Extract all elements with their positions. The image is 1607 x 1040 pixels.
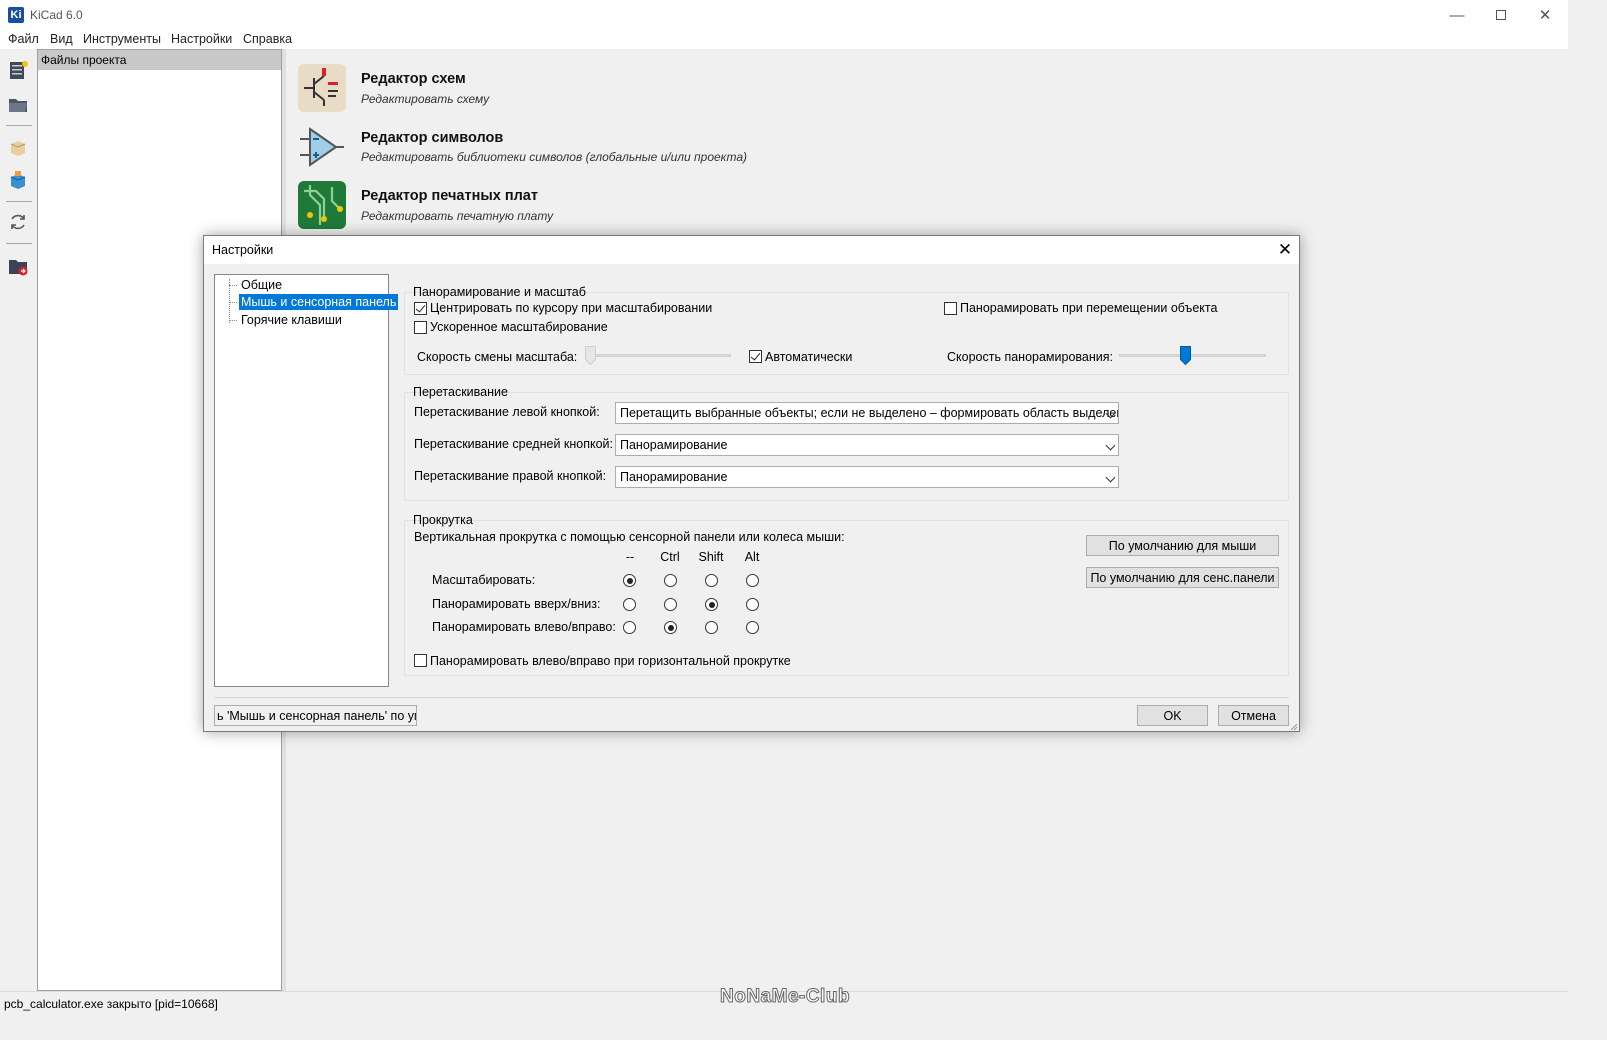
scroll-radio-2-1[interactable] [664, 621, 677, 634]
unarchive-icon[interactable] [5, 167, 31, 193]
pcb-editor-icon[interactable] [298, 181, 346, 229]
scroll-radio-1-3[interactable] [746, 598, 759, 611]
drag-group-label: Перетаскивание [413, 385, 508, 399]
scroll-group-label: Прокрутка [413, 513, 473, 527]
center-cursor-label[interactable]: Центрировать по курсору при масштабирова… [430, 301, 712, 315]
horizontal-pan-checkbox[interactable] [414, 654, 427, 667]
middle-drag-value: Панорамирование [620, 438, 728, 452]
scroll-description: Вертикальная прокрутка с помощью сенсорн… [414, 530, 845, 544]
project-files-header: Файлы проекта [38, 50, 281, 70]
minimize-button[interactable]: — [1434, 0, 1480, 30]
right-drag-label: Перетаскивание правой кнопкой: [414, 469, 607, 483]
ok-button[interactable]: OK [1137, 705, 1208, 726]
refresh-icon[interactable] [5, 209, 31, 235]
right-drag-select[interactable]: Панорамирование [615, 466, 1119, 488]
center-cursor-checkbox[interactable] [414, 302, 427, 315]
symbol-editor-desc: Редактировать библиотеки символов (глоба… [361, 150, 748, 164]
pan-while-moving-label[interactable]: Панорамировать при перемещении объекта [960, 301, 1217, 315]
zoom-speed-label: Скорость смены масштаба: [417, 350, 578, 364]
symbol-editor-title[interactable]: Редактор символов [361, 130, 503, 146]
scroll-radio-0-3[interactable] [746, 574, 759, 587]
chevron-down-icon [1105, 440, 1116, 451]
schematic-editor-desc: Редактировать схему [361, 92, 490, 106]
scroll-radio-1-1[interactable] [664, 598, 677, 611]
pcb-editor-desc: Редактировать печатную плату [361, 209, 554, 223]
tree-item-general[interactable]: Общие [239, 277, 284, 293]
tree-item-mouse-touchpad[interactable]: Мышь и сенсорная панель [239, 294, 399, 310]
pan-leftright-label: Панорамировать влево/вправо: [432, 620, 616, 634]
auto-zoom-speed-label[interactable]: Автоматически [765, 350, 852, 364]
pcb-editor-title[interactable]: Редактор печатных плат [361, 188, 538, 204]
pan-speed-track[interactable] [1119, 354, 1266, 357]
column-shift: Shift [698, 550, 724, 564]
schematic-editor-icon[interactable] [298, 64, 346, 112]
pan-updown-label: Панорамировать вверх/вниз: [432, 597, 601, 611]
open-project-icon[interactable] [5, 91, 31, 117]
dialog-title-bar [204, 236, 1299, 264]
new-project-icon[interactable] [5, 57, 31, 83]
maximize-button[interactable] [1478, 0, 1524, 30]
tree-item-hotkeys[interactable]: Горячие клавиши [239, 312, 344, 328]
kicad-logo-icon: Ki [8, 7, 24, 23]
zoom-speed-slider[interactable] [585, 346, 596, 366]
scroll-radio-2-0[interactable] [623, 621, 636, 634]
symbol-editor-icon[interactable] [298, 123, 346, 171]
menu-preferences[interactable]: Настройки [171, 32, 232, 46]
auto-zoom-speed-checkbox[interactable] [749, 350, 762, 363]
pan-speed-label: Скорость панорамирования: [947, 350, 1113, 364]
scroll-radio-0-2[interactable] [705, 574, 718, 587]
pan-while-moving-checkbox[interactable] [944, 302, 957, 315]
menu-view[interactable]: Вид [50, 32, 73, 46]
menu-bar [0, 30, 1568, 49]
schematic-editor-title[interactable]: Редактор схем [361, 71, 466, 87]
preferences-tree[interactable]: Общие Мышь и сенсорная панель Горячие кл… [214, 274, 399, 687]
scroll-radio-1-0[interactable] [623, 598, 636, 611]
middle-drag-select[interactable]: Панорамирование [615, 434, 1119, 456]
explore-folder-icon[interactable] [5, 253, 31, 279]
menu-file[interactable]: Файл [8, 32, 39, 46]
window-title: KiCad 6.0 [30, 8, 83, 22]
scroll-radio-0-0[interactable] [623, 574, 636, 587]
scroll-radio-0-1[interactable] [664, 574, 677, 587]
dialog-title: Настройки [212, 243, 274, 257]
scroll-radio-2-3[interactable] [746, 621, 759, 634]
cancel-button[interactable]: Отмена [1218, 705, 1289, 726]
horizontal-pan-label[interactable]: Панорамировать влево/вправо при горизонт… [430, 654, 791, 668]
pan-speed-slider[interactable] [1180, 346, 1192, 366]
dialog-close-button[interactable]: ✕ [1271, 236, 1299, 264]
left-toolbar [0, 49, 36, 991]
accelerated-zoom-label[interactable]: Ускоренное масштабирование [430, 320, 608, 334]
left-drag-label: Перетаскивание левой кнопкой: [414, 405, 600, 419]
zoom-speed-track[interactable] [588, 354, 731, 357]
zoom-scroll-label: Масштабировать: [432, 573, 536, 587]
pan-zoom-group-label: Панорамирование и масштаб [413, 285, 586, 299]
default-touchpad-button[interactable]: По умолчанию для сенс.панели [1086, 567, 1279, 588]
reset-page-button[interactable]: ь 'Мышь и сенсорная панель' по умо [214, 705, 417, 726]
dialog-divider [214, 697, 1289, 698]
left-drag-select[interactable]: Перетащить выбранные объекты; если не вы… [615, 402, 1119, 424]
preferences-dialog: Настройки ✕ Общие Мышь и сенсорная панел… [203, 235, 1300, 732]
status-text: pcb_calculator.exe закрыто [pid=10668] [4, 997, 218, 1011]
left-drag-value: Перетащить выбранные объекты; если не вы… [620, 406, 1119, 420]
chevron-down-icon [1105, 472, 1116, 483]
column-alt: Alt [744, 550, 760, 564]
menu-tools[interactable]: Инструменты [83, 32, 161, 46]
right-drag-value: Панорамирование [620, 470, 728, 484]
archive-icon[interactable] [5, 135, 31, 161]
menu-help[interactable]: Справка [243, 32, 292, 46]
resize-grip-icon[interactable] [1288, 720, 1298, 731]
watermark: NoNaMe-Club [719, 986, 851, 1008]
scroll-radio-1-2[interactable] [705, 598, 718, 611]
column-ctrl: Ctrl [660, 550, 680, 564]
accelerated-zoom-checkbox[interactable] [414, 321, 427, 334]
middle-drag-label: Перетаскивание средней кнопкой: [414, 437, 614, 451]
column-none: -- [625, 550, 635, 564]
scroll-radio-2-2[interactable] [705, 621, 718, 634]
title-bar [0, 0, 1568, 30]
default-mouse-button[interactable]: По умолчанию для мыши [1086, 535, 1279, 556]
close-window-button[interactable]: ✕ [1522, 0, 1568, 30]
